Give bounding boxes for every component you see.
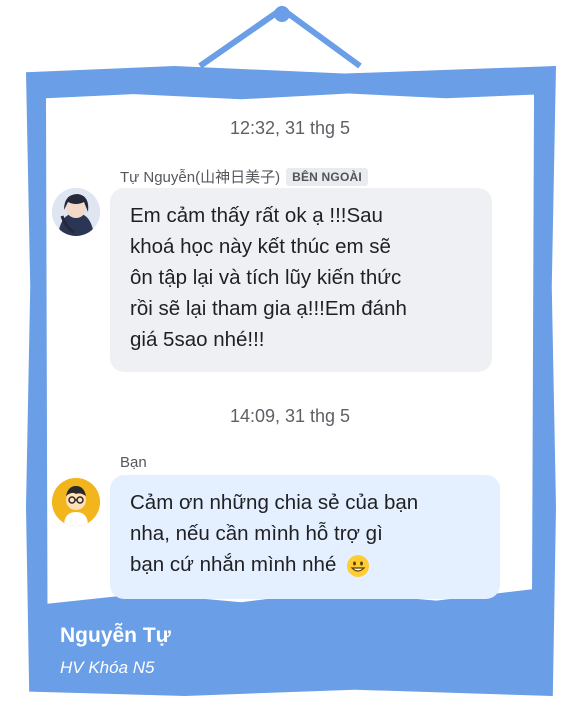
message-line: Em cảm thấy rất ok ạ !!!Sau bbox=[130, 204, 383, 227]
sender-row: Tự Nguyễn(山神日美子) BÊN NGOÀI bbox=[120, 166, 368, 187]
smiling-face-emoji-icon bbox=[347, 554, 370, 577]
student-course: HV Khóa N5 bbox=[60, 658, 155, 677]
sender-name: Tự Nguyễn(山神日美子) bbox=[120, 169, 281, 186]
message-line: giá 5sao nhé!!! bbox=[130, 328, 265, 351]
chat-screenshot: 12:32, 31 thg 5 Tự Nguyễn(山神日美子) BÊN NGO… bbox=[46, 92, 534, 610]
cartoon-boy-avatar-icon[interactable] bbox=[52, 478, 100, 526]
message-line: khoá học này kết thúc em sẽ bbox=[130, 235, 391, 258]
incoming-message-bubble: Em cảm thấy rất ok ạ !!!Sau khoá học này… bbox=[110, 188, 492, 372]
message-line-text: bạn cứ nhắn mình nhé bbox=[130, 553, 337, 576]
sender-name: Bạn bbox=[120, 454, 147, 471]
message-line: nha, nếu cần mình hỗ trợ gì bbox=[130, 522, 383, 545]
message-line: bạn cứ nhắn mình nhé bbox=[130, 549, 480, 580]
anime-girl-avatar-icon[interactable] bbox=[52, 188, 100, 236]
message-timestamp: 12:32, 31 thg 5 bbox=[229, 118, 351, 138]
hanger-icon bbox=[198, 6, 362, 69]
sender-row: Bạn bbox=[120, 454, 147, 471]
external-badge: BÊN NGOÀI bbox=[286, 167, 368, 186]
message-line: ôn tập lại và tích lũy kiến thức bbox=[130, 266, 402, 289]
message-timestamp: 14:09, 31 thg 5 bbox=[229, 406, 351, 426]
student-name: Nguyễn Tự bbox=[60, 624, 171, 647]
message-line: Cảm ơn những chia sẻ của bạn bbox=[130, 491, 419, 514]
message-line: rồi sẽ lại tham gia ạ!!!Em đánh bbox=[130, 297, 407, 320]
outgoing-message-bubble: Cảm ơn những chia sẻ của bạn nha, nếu cầ… bbox=[110, 475, 500, 599]
